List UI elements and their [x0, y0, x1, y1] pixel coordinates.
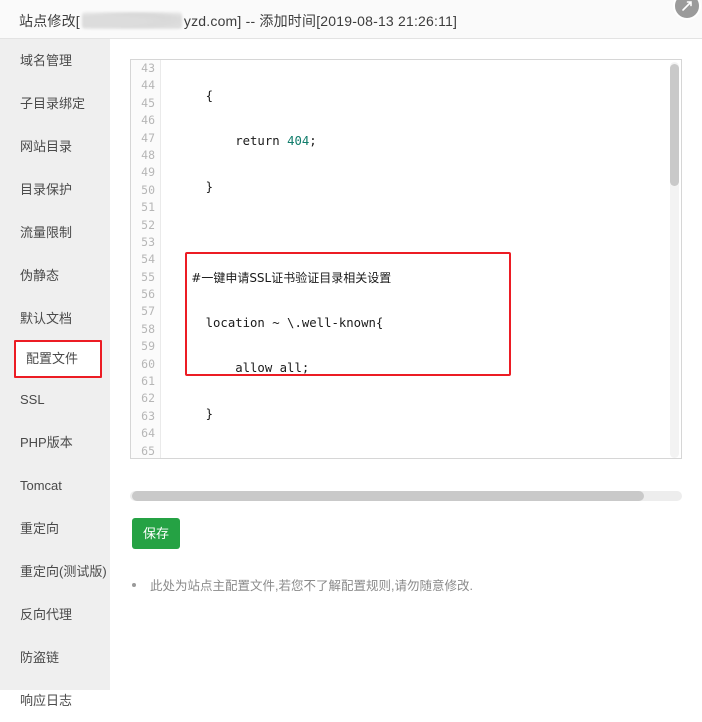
- sidebar-item-anti-leech[interactable]: 防盗链: [0, 636, 110, 679]
- code-line: return 404;: [162, 133, 669, 150]
- sidebar-item-directory-protection[interactable]: 目录保护: [0, 168, 110, 211]
- sidebar-item-redirect-beta[interactable]: 重定向(测试版): [0, 550, 110, 593]
- page-title-suffix: yzd.com] -- 添加时间[2019-08-13 21:26:11]: [183, 13, 458, 29]
- line-number: 58: [141, 321, 155, 336]
- scrollbar-thumb[interactable]: [132, 491, 644, 501]
- hint-text: 此处为站点主配置文件,若您不了解配置规则,请勿随意修改.: [150, 579, 473, 593]
- line-number: 60: [141, 356, 155, 371]
- line-number: 52: [141, 217, 155, 232]
- save-button[interactable]: 保存: [132, 518, 180, 549]
- window-header: 站点修改[ yzd.com] -- 添加时间[2019-08-13 21:26:1…: [0, 0, 702, 39]
- code-text: ;: [309, 134, 317, 149]
- line-number: 47: [141, 130, 155, 145]
- code-text: return: [176, 134, 288, 149]
- sidebar-item-default-document[interactable]: 默认文档: [0, 297, 110, 340]
- line-number: 55: [141, 269, 155, 284]
- line-number: 65: [141, 443, 155, 458]
- code-line: }: [162, 406, 669, 423]
- sidebar-item-tomcat[interactable]: Tomcat: [0, 464, 110, 507]
- scrollbar-thumb[interactable]: [670, 64, 679, 186]
- code-text: location ~ \.well-known{: [176, 315, 384, 330]
- line-number: 48: [141, 147, 155, 162]
- sidebar-item-ssl[interactable]: SSL: [0, 378, 110, 421]
- code-line: }: [162, 179, 669, 196]
- code-line: {: [162, 88, 669, 105]
- redacted-domain: [81, 12, 182, 29]
- sidebar-item-reverse-proxy[interactable]: 反向代理: [0, 593, 110, 636]
- line-number: 64: [141, 426, 155, 441]
- line-number: 56: [141, 287, 155, 302]
- page-title-prefix: 站点修改[: [19, 13, 80, 29]
- sidebar-item-traffic-limit[interactable]: 流量限制: [0, 211, 110, 254]
- sidebar-item-subdirectory-binding[interactable]: 子目录绑定: [0, 82, 110, 125]
- sidebar-item-response-log[interactable]: 响应日志: [0, 679, 110, 722]
- line-number: 62: [141, 391, 155, 406]
- code-line: #一键申请SSL证书验证目录相关设置: [162, 270, 669, 287]
- code-line: location ~ \.well-known{: [162, 315, 669, 332]
- line-number: 54: [141, 252, 155, 267]
- sidebar-item-php-version[interactable]: PHP版本: [0, 421, 110, 464]
- code-comment: #一键申请SSL证书验证目录相关设置: [176, 270, 392, 285]
- sidebar-item-website-directory[interactable]: 网站目录: [0, 125, 110, 168]
- code-text: }: [176, 406, 214, 421]
- code-line: allow all;: [162, 360, 669, 377]
- line-number: 59: [141, 339, 155, 354]
- sidebar-item-redirect[interactable]: 重定向: [0, 507, 110, 550]
- sidebar: 域名管理 子目录绑定 网站目录 目录保护 流量限制 伪静态 默认文档 配置文件 …: [0, 39, 110, 708]
- line-number: 61: [141, 374, 155, 389]
- editor-vertical-scrollbar[interactable]: [670, 62, 679, 458]
- main-panel: 43 44 45 46 47 48 49 50 51 52 53 54 55 5…: [110, 39, 702, 690]
- code-content[interactable]: { return 404; } #一键申请SSL证书验证目录相关设置 locat…: [162, 60, 669, 458]
- editor-horizontal-scrollbar[interactable]: [130, 491, 682, 501]
- code-text: allow all;: [176, 361, 310, 376]
- arrow-glyph: [682, 1, 692, 11]
- page-title: 站点修改[ yzd.com] -- 添加时间[2019-08-13 21:26:1…: [19, 11, 457, 31]
- code-number: 404: [287, 134, 310, 149]
- line-number: 44: [141, 78, 155, 93]
- bullet-icon: [132, 583, 136, 587]
- sidebar-item-pseudo-static[interactable]: 伪静态: [0, 254, 110, 297]
- line-number: 45: [141, 95, 155, 110]
- line-number: 57: [141, 304, 155, 319]
- sidebar-item-config-file[interactable]: 配置文件: [14, 340, 102, 378]
- line-number-gutter: 43 44 45 46 47 48 49 50 51 52 53 54 55 5…: [131, 60, 161, 458]
- sidebar-item-domain-management[interactable]: 域名管理: [0, 39, 110, 82]
- line-number: 46: [141, 113, 155, 128]
- line-number: 43: [141, 61, 155, 75]
- code-text: }: [176, 179, 214, 194]
- line-number: 63: [141, 408, 155, 423]
- line-number: 51: [141, 200, 155, 215]
- config-hint-note: 此处为站点主配置文件,若您不了解配置规则,请勿随意修改.: [132, 575, 473, 594]
- config-file-editor[interactable]: 43 44 45 46 47 48 49 50 51 52 53 54 55 5…: [130, 59, 682, 459]
- line-number: 50: [141, 182, 155, 197]
- code-text: {: [176, 89, 214, 103]
- line-number: 49: [141, 165, 155, 180]
- line-number: 53: [141, 234, 155, 249]
- close-expand-icon[interactable]: [673, 0, 701, 20]
